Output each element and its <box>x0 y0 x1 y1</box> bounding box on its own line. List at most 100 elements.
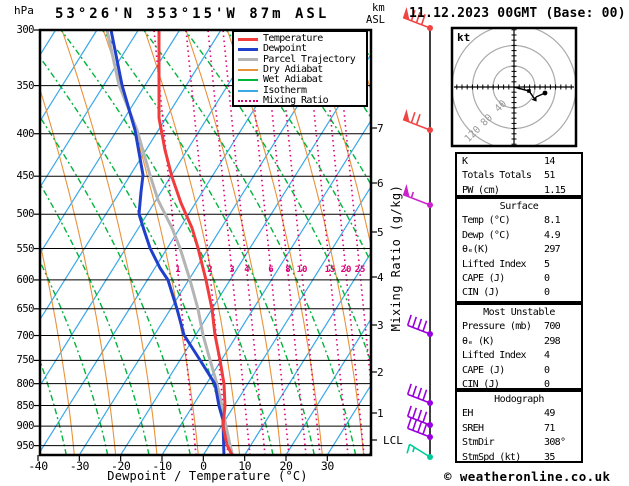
temperature-tick-label: -40 <box>28 459 48 473</box>
temperature-tick-label: 0 <box>200 459 207 473</box>
table-row: Lifted Index 5 <box>462 258 576 272</box>
mixing-ratio-value-label: 10 <box>296 265 308 275</box>
temperature-tick-label: 10 <box>238 459 252 473</box>
altitude-unit-label-asl: ASL <box>366 14 385 26</box>
stat-value: 49 <box>544 408 555 420</box>
site-credit: © weatheronline.co.uk <box>444 469 611 484</box>
stat-label: CAPE (J) <box>462 273 505 285</box>
legend-line-sample <box>238 47 258 51</box>
stat-value: 297 <box>544 244 561 256</box>
legend-line-sample <box>238 99 258 102</box>
hodograph-unit-label: kt <box>457 31 471 44</box>
temperature-tick-label: 20 <box>279 459 293 473</box>
wind-barb <box>406 383 433 406</box>
pressure-tick-label: 700 <box>16 329 35 342</box>
km-tick-label: 2 <box>377 366 384 379</box>
temperature-tick-label: -30 <box>69 459 90 473</box>
stat-value: 298 <box>544 335 561 347</box>
wind-barb <box>402 184 433 208</box>
stat-label: Lifted Index <box>462 350 527 362</box>
wind-barb <box>402 109 433 133</box>
pressure-tick-label: 650 <box>16 302 35 315</box>
temperature-tick-label: 30 <box>320 459 334 473</box>
datetime-label: 11.12.2023 00GMT (Base: 00) <box>409 6 626 21</box>
skewt-sounding-app: 53°26'N 353°15'W 87m ASL 11.12.2023 00GM… <box>0 0 629 486</box>
km-tick-label: 3 <box>377 319 384 332</box>
km-tick-label: 5 <box>377 226 384 239</box>
mixing-ratio-value-label: 1 <box>175 265 181 275</box>
stat-label: Lifted Index <box>462 258 527 270</box>
legend-item: Wet Adiabat <box>238 75 366 85</box>
stat-label: Temp (°C) <box>462 215 511 227</box>
stat-value: 4.9 <box>544 229 561 241</box>
stat-label: θₑ (K) <box>462 335 495 347</box>
table-row: CAPE (J) 0 <box>462 272 576 286</box>
stat-value: 14 <box>544 156 555 167</box>
stat-label: StmSpd (kt) <box>462 451 521 463</box>
km-tick-label: 6 <box>377 177 384 190</box>
most-unstable-table: Most Unstable Pressure (mb) 700 θₑ (K) 298 Li… <box>455 303 583 390</box>
stat-label: CAPE (J) <box>462 364 505 376</box>
stat-value: 0 <box>544 364 550 376</box>
table-row: EH 49 <box>462 407 576 421</box>
pressure-tick-label: 800 <box>16 377 35 390</box>
stat-value: 308° <box>544 437 566 449</box>
lcl-label: LCL <box>383 434 403 447</box>
legend-item-label: Dewpoint <box>263 43 307 55</box>
pressure-tick-label: 450 <box>16 170 35 183</box>
legend-item-label: Mixing Ratio <box>263 94 329 106</box>
stat-label: SREH <box>462 422 484 434</box>
stat-value: 71 <box>544 422 555 434</box>
legend-line-sample <box>238 89 258 92</box>
legend: Temperature Dewpoint Parcel Trajectory Dry … <box>232 30 368 107</box>
km-tick-label: 7 <box>377 122 384 135</box>
table-row: SREH 71 <box>462 422 576 436</box>
stat-label: StmDir <box>462 437 495 449</box>
mixing-ratio-value-label: 2 <box>207 265 213 275</box>
legend-line-sample <box>238 69 258 72</box>
stat-label: EH <box>462 408 473 420</box>
stat-value: 8.1 <box>544 215 561 227</box>
table-row: StmDir 308° <box>462 436 576 450</box>
table-row: θₑ (K) 298 <box>462 335 576 349</box>
table-title: Hodograph <box>494 394 544 405</box>
legend-line-sample <box>238 37 258 41</box>
table-row: Totals Totals 51 <box>462 169 576 183</box>
table-row: CIN (J) 0 <box>462 286 576 300</box>
pressure-unit-label: hPa <box>14 4 34 17</box>
legend-line-sample <box>238 58 258 62</box>
pressure-tick-label: 900 <box>16 420 35 433</box>
stat-value: 700 <box>544 321 561 333</box>
stat-label: Dewp (°C) <box>462 229 511 241</box>
legend-item: Mixing Ratio <box>238 94 366 106</box>
stat-label: Totals Totals <box>462 170 532 182</box>
legend-line-sample <box>238 79 258 82</box>
mixing-ratio-axis-label: Mixing Ratio (g/kg) <box>389 184 403 332</box>
table-row: Lifted Index 4 <box>462 349 576 363</box>
table-row: Dewp (°C) 4.9 <box>462 229 576 243</box>
pressure-tick-label: 850 <box>16 399 35 412</box>
stat-label: Pressure (mb) <box>462 321 532 333</box>
km-tick-label: 4 <box>377 271 384 284</box>
stat-value: 0 <box>544 287 550 299</box>
stat-label: θₑ(K) <box>462 244 489 256</box>
pressure-tick-label: 300 <box>16 24 35 36</box>
pressure-tick-label: 400 <box>16 127 35 140</box>
pressure-tick-label: 350 <box>16 79 35 92</box>
table-row: Pressure (mb) 700 <box>462 320 576 334</box>
table-row: StmSpd (kt) 35 <box>462 451 576 465</box>
temperature-tick-label: -10 <box>152 459 172 473</box>
pressure-tick-label: 600 <box>16 273 35 286</box>
stat-label: K <box>462 156 468 167</box>
pressure-tick-label: 550 <box>16 242 35 255</box>
table-row: CAPE (J) 0 <box>462 364 576 378</box>
pressure-tick-label: 500 <box>16 208 35 221</box>
altitude-unit-label-km: km <box>372 2 385 14</box>
table-row: θₑ(K) 297 <box>462 243 576 257</box>
stat-value: 35 <box>544 451 555 463</box>
surface-table: Surface Temp (°C) 8.1 Dewp (°C) 4.9 θₑ(K) 297 L… <box>455 197 583 303</box>
stat-value: 5 <box>544 258 550 270</box>
indices-table: K 14 Totals Totals 51 PW (cm) 1.15 <box>455 152 583 197</box>
mixing-ratio-value-label: 25 <box>354 265 366 275</box>
wind-barb <box>406 443 433 460</box>
